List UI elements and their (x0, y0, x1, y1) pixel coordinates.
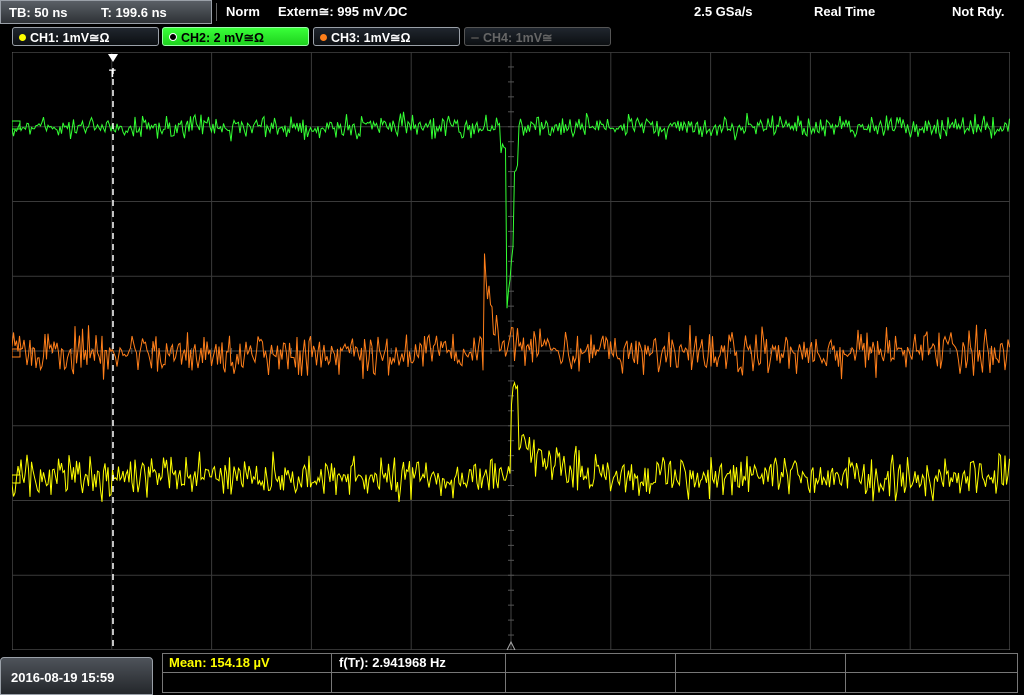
channel-4-label: CH4: 1mV≅ (483, 31, 553, 45)
channel-2-label: CH2: 2 mV≅Ω (181, 31, 265, 45)
top-status-bar: TB: 50 ns T: 199.6 ns Norm Extern≅: 995 … (0, 0, 1024, 26)
waveform-display[interactable]: T (12, 52, 1010, 650)
trigger-mode-label[interactable]: Norm (226, 4, 260, 19)
measurement-col-divider (675, 654, 676, 692)
channel-4-button[interactable]: CH4: 1mV≅ (464, 27, 611, 46)
channel-3-dot-icon (320, 34, 327, 41)
trigger-time-label: T: 199.6 ns (101, 5, 167, 20)
channel-4-dash-icon (471, 37, 479, 39)
header-divider (216, 3, 217, 21)
measurement-2: f(Tr): 2.941968 Hz (339, 655, 446, 670)
datetime-label: 2016-08-19 15:59 (11, 670, 115, 685)
measurement-col-divider (505, 654, 506, 692)
measurement-row-divider (163, 672, 1017, 673)
channel-1-label: CH1: 1mV≅Ω (30, 31, 110, 45)
measurement-1: Mean: 154.18 µV (169, 655, 270, 670)
measurement-col-divider (845, 654, 846, 692)
timebase-box[interactable]: TB: 50 ns T: 199.6 ns (0, 0, 212, 24)
channel-2-dot-icon (169, 33, 177, 41)
acquisition-mode-label: Real Time (814, 4, 876, 19)
trigger-source-label[interactable]: Extern≅: 995 mV ⁄DC (278, 4, 407, 20)
acquisition-status-label: Not Rdy. (952, 4, 1005, 19)
channel-3-label: CH3: 1mV≅Ω (331, 31, 411, 45)
channel-3-button[interactable]: CH3: 1mV≅Ω (313, 27, 460, 46)
trigger-marker-label: T (109, 68, 116, 80)
channel-bar: CH1: 1mV≅Ω CH2: 2 mV≅Ω CH3: 1mV≅Ω CH4: 1… (0, 26, 1024, 48)
timebase-label: TB: 50 ns (9, 5, 68, 20)
channel-1-button[interactable]: CH1: 1mV≅Ω (12, 27, 159, 46)
channel-2-button[interactable]: CH2: 2 mV≅Ω (162, 27, 309, 46)
datetime-box[interactable]: 2016-08-19 15:59 (0, 657, 153, 695)
measurement-panel[interactable]: Mean: 154.18 µV f(Tr): 2.941968 Hz (162, 653, 1018, 693)
sample-rate-label: 2.5 GSa/s (694, 4, 753, 19)
channel-1-dot-icon (19, 34, 26, 41)
measurement-col-divider (331, 654, 332, 692)
